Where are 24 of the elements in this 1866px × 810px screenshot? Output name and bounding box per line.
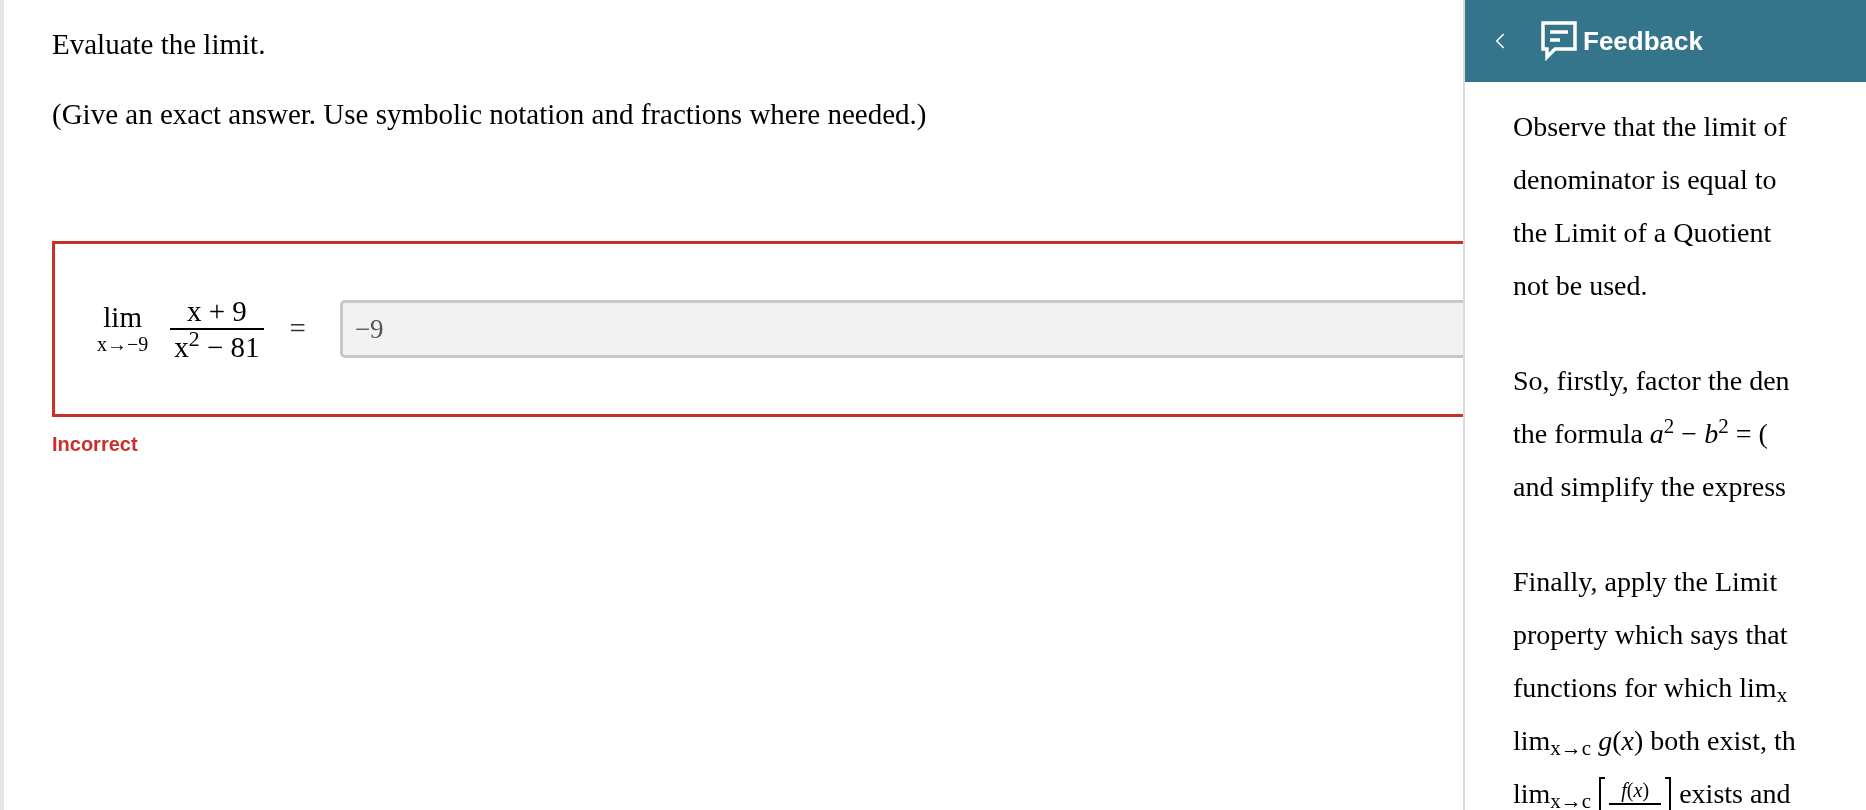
question-instructions: (Give an exact answer. Use symbolic notation and fractions where needed.): [52, 97, 928, 132]
feedback-text-line: lim$_{x→c}$ g(x) both exist, th: [1513, 724, 1797, 763]
equals-sign: =: [289, 311, 306, 347]
feedback-text-line: Observe that the limit of: [1513, 110, 1788, 144]
fraction-numerator: f(x): [1621, 777, 1650, 803]
fraction-numerator: x + 9: [185, 294, 248, 328]
feedback-text-line: denominator is equal to: [1513, 163, 1778, 197]
feedback-text-line: functions for which lim$_{x}$: [1513, 671, 1789, 710]
feedback-text-line: Finally, apply the Limit: [1513, 565, 1779, 599]
status-text: Incorrect: [52, 432, 139, 457]
fraction-denominator: x$^{2}$ − 81: [173, 330, 261, 364]
feedback-text-line: the formula a$^{2}$ − b$^{2}$ = (: [1513, 412, 1769, 451]
feedback-text-line: the Limit of a Quotient: [1513, 216, 1773, 250]
question-prompt: Evaluate the limit.: [52, 27, 267, 62]
limit-text: lim: [103, 302, 142, 332]
feedback-text-line: not be used.: [1513, 269, 1649, 303]
comment-icon: [1541, 21, 1577, 61]
feedback-title: Feedback: [1583, 24, 1703, 58]
feedback-text-line: So, firstly, factor the den: [1513, 364, 1791, 398]
feedback-text-line: and simplify the express: [1513, 470, 1787, 504]
limit-text: lim$_{x→c}$: [1513, 776, 1592, 810]
limit-approach: x→−9: [97, 332, 149, 356]
feedback-text-line: exists and: [1679, 776, 1791, 810]
feedback-text-line: property which says that: [1513, 618, 1789, 652]
